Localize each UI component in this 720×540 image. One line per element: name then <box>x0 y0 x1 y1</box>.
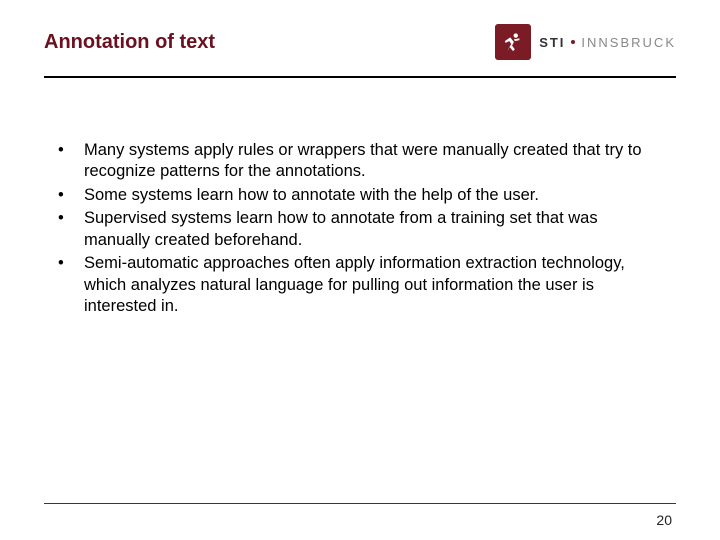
bullet-icon: • <box>58 185 84 206</box>
bullet-icon: • <box>58 140 84 183</box>
slide: Annotation of text STI INNSBRUCK • Many … <box>0 0 720 540</box>
logo: STI INNSBRUCK <box>495 24 676 60</box>
logo-sti: STI <box>539 35 565 50</box>
bullet-text: Some systems learn how to annotate with … <box>84 185 662 206</box>
list-item: • Supervised systems learn how to annota… <box>58 208 662 251</box>
list-item: • Many systems apply rules or wrappers t… <box>58 140 662 183</box>
logo-mark <box>495 24 531 60</box>
list-item: • Some systems learn how to annotate wit… <box>58 185 662 206</box>
logo-separator-dot <box>571 40 575 44</box>
bullet-icon: • <box>58 208 84 251</box>
bullet-icon: • <box>58 253 84 317</box>
bullet-list: • Many systems apply rules or wrappers t… <box>58 140 662 318</box>
bullet-text: Semi-automatic approaches often apply in… <box>84 253 662 317</box>
content-area: • Many systems apply rules or wrappers t… <box>58 140 662 320</box>
runner-icon <box>502 31 524 53</box>
logo-text: STI INNSBRUCK <box>539 35 676 50</box>
header-divider <box>44 76 676 78</box>
logo-city: INNSBRUCK <box>581 35 676 50</box>
bullet-text: Supervised systems learn how to annotate… <box>84 208 662 251</box>
bullet-text: Many systems apply rules or wrappers tha… <box>84 140 662 183</box>
header: Annotation of text STI INNSBRUCK <box>44 24 676 60</box>
footer-divider <box>44 503 676 504</box>
list-item: • Semi-automatic approaches often apply … <box>58 253 662 317</box>
slide-title: Annotation of text <box>44 31 215 54</box>
page-number: 20 <box>656 512 672 528</box>
